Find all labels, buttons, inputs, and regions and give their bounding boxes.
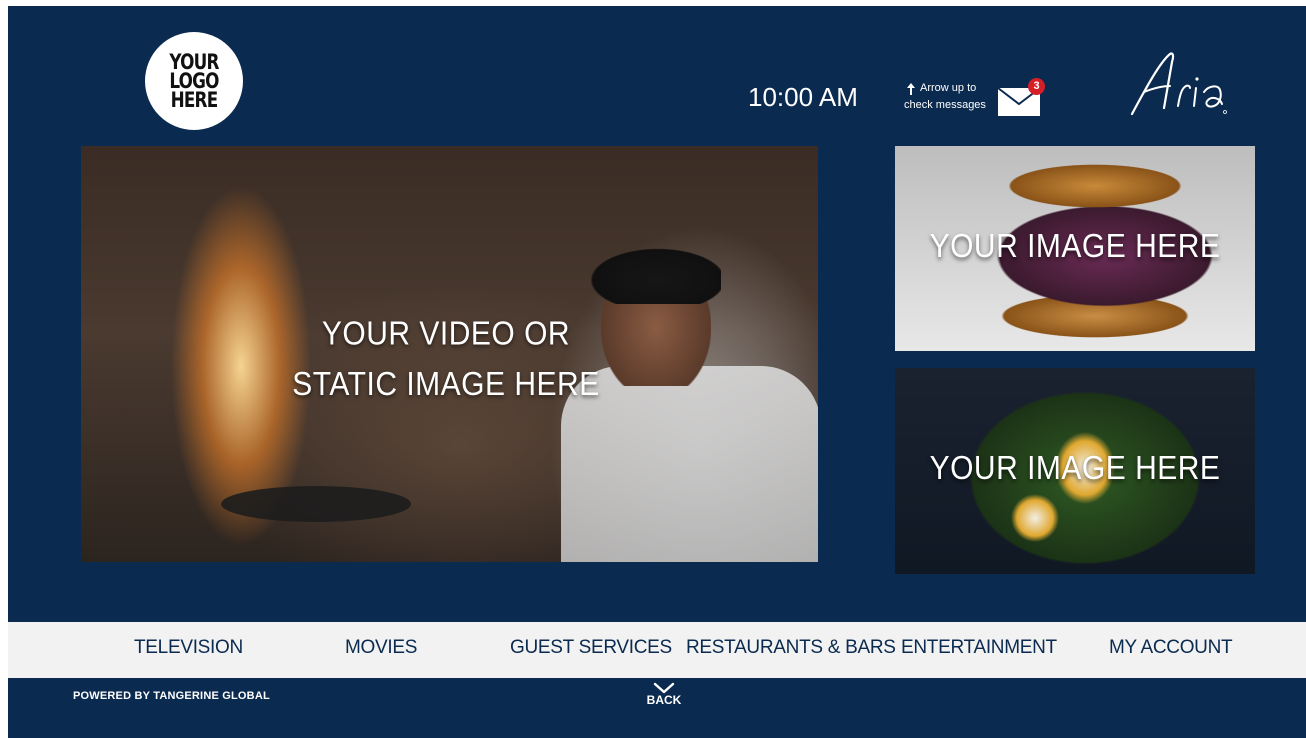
back-label: BACK [646,693,682,707]
nav-item-my-account[interactable]: MY ACCOUNT [1109,637,1233,659]
hero-media-placeholder: YOUR VIDEO OR STATIC IMAGE HERE [81,146,818,562]
nav-item-entertainment[interactable]: ENTERTAINMENT [901,637,1057,659]
arrow-up-icon [907,82,915,95]
message-hint-line2: check messages [904,99,986,111]
aria-brand-logo [1130,52,1227,116]
message-count-badge: 3 [1028,78,1045,95]
message-hint-line1: Arrow up to [920,82,977,94]
nav-item-guest-services[interactable]: GUEST SERVICES [510,637,672,659]
logo-text: YOUR LOGO HERE [169,49,219,112]
side-image-bottom: YOUR IMAGE HERE [895,368,1255,574]
screen: YOUR LOGO HERE 10:00 AM Arrow up to chec… [8,6,1306,738]
main-nav: TELEVISION MOVIES GUEST SERVICES RESTAUR… [8,622,1306,678]
message-hint: Arrow up to check messages [904,80,986,114]
back-button[interactable]: BACK [644,682,684,707]
hero-caption: YOUR VIDEO OR STATIC IMAGE HERE [292,315,600,403]
nav-item-movies[interactable]: MOVIES [345,637,417,659]
hero-pan [221,486,411,522]
side-image-bottom-caption: YOUR IMAGE HERE [929,449,1221,487]
nav-item-restaurants-bars[interactable]: RESTAURANTS & BARS [686,637,896,659]
side-image-top: YOUR IMAGE HERE [895,146,1255,351]
clock: 10:00 AM [748,82,858,112]
powered-by-text: POWERED BY TANGERINE GLOBAL [73,690,270,702]
hero-figure-cap [581,244,721,304]
side-image-top-caption: YOUR IMAGE HERE [929,227,1221,265]
logo-placeholder: YOUR LOGO HERE [145,32,243,130]
nav-item-television[interactable]: TELEVISION [134,637,243,659]
